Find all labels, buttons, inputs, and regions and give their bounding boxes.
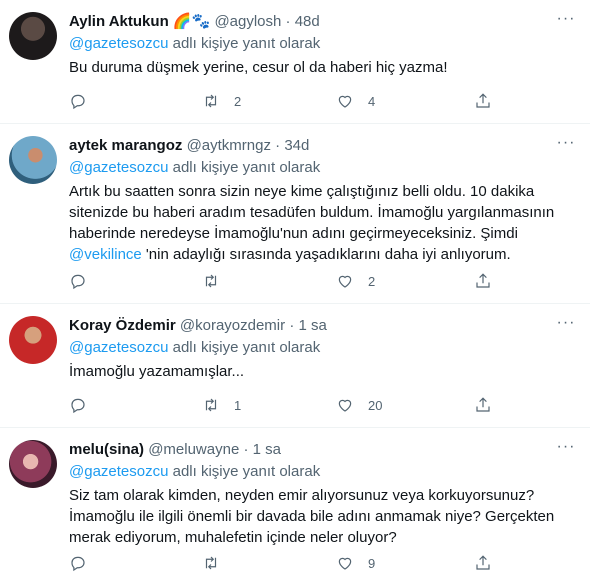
display-name[interactable]: melu(sina) [69, 441, 144, 458]
like-button[interactable]: 20 [336, 394, 382, 416]
heart-icon [338, 275, 352, 288]
separator-dot: · [285, 13, 291, 30]
retweet-button[interactable]: 1 [202, 394, 241, 416]
retweet-button[interactable] [202, 270, 234, 292]
reply-context-label: adlı kişiye yanıt olarak [168, 35, 321, 52]
user-mention[interactable]: @vekilince [69, 246, 142, 263]
share-button[interactable] [474, 394, 492, 416]
avatar[interactable] [9, 440, 57, 488]
retweet-icon [205, 556, 217, 570]
separator-dot: · [275, 137, 281, 154]
display-name[interactable]: Aylin Aktukun [69, 13, 169, 30]
tweet[interactable]: melu(sina) @meluwayne · 1 sa ··· @gazete… [0, 428, 590, 586]
user-handle[interactable]: @aytkmrngz [187, 137, 271, 154]
tweet[interactable]: Koray Özdemir @korayozdemir · 1 sa ··· @… [0, 304, 590, 428]
retweet-count: 1 [234, 397, 242, 413]
reply-context-label: adlı kişiye yanıt olarak [168, 463, 321, 480]
share-icon [476, 93, 490, 108]
reply-icon [71, 274, 85, 290]
tweet-feed: Aylin Aktukun 🌈🐾 @agylosh · 48d ··· @gaz… [0, 0, 590, 586]
separator-dot: · [289, 317, 295, 334]
reply-button[interactable] [69, 270, 101, 292]
like-button[interactable]: 2 [336, 270, 375, 292]
timestamp[interactable]: 34d [284, 137, 309, 154]
share-button[interactable] [474, 270, 492, 292]
user-handle[interactable]: @korayozdemir [180, 317, 285, 334]
user-handle[interactable]: @meluwayne [148, 441, 239, 458]
reply-icon [71, 556, 85, 572]
more-options-icon[interactable]: ··· [554, 314, 578, 336]
tweet-actions: 9 [69, 552, 590, 574]
avatar[interactable] [9, 316, 57, 364]
retweet-button[interactable]: 2 [202, 90, 241, 112]
share-icon [476, 397, 490, 412]
more-options-icon[interactable]: ··· [554, 438, 578, 460]
avatar[interactable] [9, 136, 57, 184]
timestamp[interactable]: 48d [295, 13, 320, 30]
like-count: 20 [368, 397, 383, 413]
tweet-text: Siz tam olarak kimden, neyden emir alıyo… [69, 487, 555, 546]
reply-button[interactable] [69, 90, 101, 112]
tweet-text: İmamoğlu yazamamışlar... [69, 363, 245, 380]
reply-to-mention[interactable]: @gazetesozcu [69, 35, 168, 52]
timestamp[interactable]: 1 sa [253, 441, 281, 458]
reply-context-label: adlı kişiye yanıt olarak [168, 159, 321, 176]
tweet-text-end: 'nin adaylığı sırasında yaşadıklarını da… [141, 246, 511, 263]
tweet-header: aytek marangoz @aytkmrngz · 34d [69, 136, 576, 156]
tweet-header: Aylin Aktukun 🌈🐾 @agylosh · 48d [69, 12, 576, 32]
reply-icon [71, 398, 85, 414]
heart-icon [338, 399, 352, 412]
user-handle[interactable]: @agylosh [214, 13, 281, 30]
reply-context-label: adlı kişiye yanıt olarak [168, 339, 321, 356]
reply-button[interactable] [69, 394, 101, 416]
tweet-header: Koray Özdemir @korayozdemir · 1 sa [69, 316, 576, 336]
like-button[interactable]: 9 [336, 552, 375, 574]
tweet[interactable]: Aylin Aktukun 🌈🐾 @agylosh · 48d ··· @gaz… [0, 0, 590, 124]
separator-dot: · [243, 441, 249, 458]
retweet-icon [205, 398, 217, 412]
share-button[interactable] [474, 90, 492, 112]
display-name[interactable]: aytek marangoz [69, 137, 182, 154]
retweet-icon [205, 274, 217, 288]
like-count: 9 [368, 555, 376, 571]
reply-context: @gazetesozcu adlı kişiye yanıt olarak [69, 34, 576, 54]
reply-icon [71, 94, 85, 110]
avatar[interactable] [9, 12, 57, 60]
retweet-count: 2 [234, 93, 242, 109]
more-options-icon[interactable]: ··· [554, 10, 578, 32]
tweet-text: Bu duruma düşmek yerine, cesur ol da hab… [69, 59, 448, 76]
like-count: 2 [368, 273, 376, 289]
reply-to-mention[interactable]: @gazetesozcu [69, 339, 168, 356]
share-icon [476, 273, 490, 288]
tweet-header: melu(sina) @meluwayne · 1 sa [69, 440, 576, 460]
tweet-actions: 2 [69, 270, 590, 292]
retweet-icon [205, 94, 217, 108]
like-button[interactable]: 4 [336, 90, 375, 112]
heart-icon [338, 95, 352, 108]
retweet-button[interactable] [202, 552, 234, 574]
display-name[interactable]: Koray Özdemir [69, 317, 176, 334]
reply-to-mention[interactable]: @gazetesozcu [69, 159, 168, 176]
heart-icon [338, 557, 352, 570]
tweet-text: Artık bu saatten sonra sizin neye kime ç… [69, 181, 576, 265]
reply-context: @gazetesozcu adlı kişiye yanıt olarak [69, 338, 576, 358]
like-count: 4 [368, 93, 376, 109]
tweet-actions: 2 4 [69, 90, 590, 112]
tweet[interactable]: aytek marangoz @aytkmrngz · 34d ··· @gaz… [0, 124, 590, 304]
timestamp[interactable]: 1 sa [298, 317, 326, 334]
tweet-actions: 1 20 [69, 394, 590, 416]
share-button[interactable] [474, 552, 492, 574]
reply-context: @gazetesozcu adlı kişiye yanıt olarak [69, 462, 576, 482]
name-emoji: 🌈🐾 [172, 13, 211, 30]
reply-to-mention[interactable]: @gazetesozcu [69, 463, 168, 480]
reply-context: @gazetesozcu adlı kişiye yanıt olarak [69, 158, 576, 178]
more-options-icon[interactable]: ··· [554, 134, 578, 156]
reply-button[interactable] [69, 552, 101, 574]
tweet-text-start: Artık bu saatten sonra sizin neye kime ç… [69, 183, 555, 242]
share-icon [476, 555, 490, 570]
